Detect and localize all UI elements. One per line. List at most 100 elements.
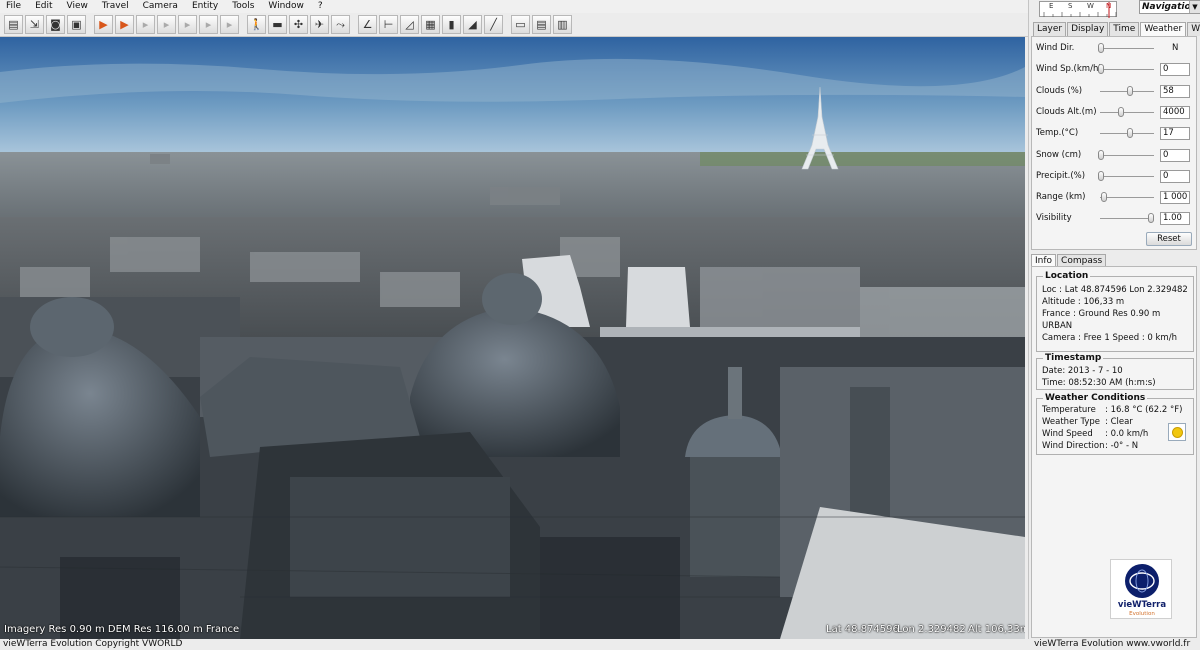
weather-row-wind-sp: Wind Sp.(km/h) 0 [1032,61,1198,77]
weather-label: Clouds Alt.(m) [1036,106,1097,117]
menu-file[interactable]: File [0,0,29,13]
slider-thumb[interactable] [1100,192,1107,203]
weather-value-field[interactable]: 1 000 [1160,191,1190,205]
slider-track[interactable] [1100,48,1154,49]
menu-tools[interactable]: Tools [226,0,262,13]
tab-weather[interactable]: Weather [1140,22,1187,36]
navigation-mode-dropdown[interactable]: Navigation ▼ [1139,0,1200,14]
layout-1-icon[interactable]: ▭ [511,15,530,34]
slider-thumb[interactable] [1148,213,1154,224]
weather-value-field[interactable]: 58 [1160,84,1190,98]
sun-icon [1168,423,1186,441]
weather-row-temp: Temp.(°C) 17 [1032,125,1198,141]
layout-3-icon[interactable]: ▥ [553,15,572,34]
wind-direction-value: : -0° - N [1105,441,1139,451]
weather-label: Temp.(°C) [1036,128,1079,139]
slope-icon[interactable]: ◢ [463,15,482,34]
menu-window[interactable]: Window [262,0,312,13]
camera-1-icon[interactable]: ▶ [94,15,113,34]
tab-layer[interactable]: Layer [1033,22,1067,36]
logo-subtitle: Evolution [1129,611,1155,617]
viewterra-logo: vieWTerra Evolution [1110,559,1172,619]
slider-thumb[interactable] [1098,43,1104,53]
menu-view[interactable]: View [61,0,96,13]
slider-track[interactable] [1100,111,1154,113]
car-icon[interactable]: ▬ [268,15,287,34]
layout-2-icon[interactable]: ▤ [532,15,551,34]
longitude-readout: Lon 2.329482 [897,624,966,635]
slider-track[interactable] [1100,197,1154,199]
location-altitude: Altitude : 106,33 m [1042,297,1125,307]
city-scene [0,37,1025,639]
helicopter-icon[interactable]: ✣ [289,15,308,34]
screenshot-icon[interactable]: ◙ [46,15,65,34]
timestamp-time: Time: 08:52:30 AM (h:m:s) [1042,378,1156,388]
slider-thumb[interactable] [1098,149,1104,160]
logo-name: vieWTerra [1117,600,1167,610]
slider-thumb[interactable] [1126,128,1133,139]
location-camera: Camera : Free 1 Speed : 0 km/h [1042,333,1177,343]
camera-2-icon[interactable]: ▶ [115,15,134,34]
menu-camera[interactable]: Camera [137,0,186,13]
menu-edit[interactable]: Edit [29,0,60,13]
open-icon[interactable]: ▤ [4,15,23,34]
tab-time[interactable]: Time [1109,22,1140,36]
location-ground-res: France : Ground Res 0.90 m [1042,309,1161,319]
photo-icon[interactable]: ▣ [67,15,86,34]
weather-value-field[interactable]: 17 [1160,127,1190,141]
height-icon[interactable]: ▮ [442,15,461,34]
compass-strip[interactable]: E S W N [1039,1,1117,18]
tab-display[interactable]: Display [1067,22,1109,36]
weather-row-clouds-alt: Clouds Alt.(m) 4000 [1032,104,1198,120]
status-bar: vieWTerra Evolution Copyright VWORLD vie… [0,639,1200,650]
menu-entity[interactable]: Entity [186,0,226,13]
weather-value-field[interactable]: 0 [1160,148,1190,162]
weather-row-precipit: Precipit.(%) 0 [1032,168,1198,184]
menu-bar: File Edit View Travel Camera Entity Tools Windo… [0,0,1030,13]
slider-thumb[interactable] [1098,64,1104,75]
profile-icon[interactable]: ◿ [400,15,419,34]
flight-path-icon[interactable]: ⤳ [331,15,350,34]
slider-track[interactable] [1100,218,1154,220]
3d-viewport[interactable]: Imagery Res 0.90 m DEM Res 116.00 m Fran… [0,37,1025,639]
weather-row-wind-dir: Wind Dir. N [1032,40,1198,56]
weather-row-range: Range (km) 1 000 [1032,189,1198,205]
menu-help[interactable]: ? [312,0,331,13]
weather-label: Snow (cm) [1036,149,1082,160]
menu-travel[interactable]: Travel [96,0,137,13]
globe-icon [1125,564,1159,598]
weather-value-field[interactable]: 0 [1160,169,1190,183]
weather-value-field[interactable]: 0 [1160,63,1190,77]
slider-thumb[interactable] [1127,85,1133,96]
weather-row-clouds: Clouds (%) 58 [1032,83,1198,99]
temperature-value: : 16.8 °C (62.2 °F) [1105,405,1183,415]
weather-value-field[interactable]: 4000 [1160,105,1190,119]
weather-label: Precipit.(%) [1036,170,1086,181]
slider-thumb[interactable] [1118,106,1124,117]
airplane-icon[interactable]: ✈ [310,15,329,34]
weather-conditions-group: Weather Conditions Temperature : 16.8 °C… [1036,393,1194,455]
slider-track[interactable] [1100,69,1154,71]
line-icon[interactable]: ╱ [484,15,503,34]
weather-value-field[interactable]: 1.00 [1160,212,1190,226]
settings-tabs: LayerDisplayTimeWeatherWater [1033,22,1200,36]
walk-icon[interactable]: 🚶 [247,15,266,34]
weather-settings-panel: Wind Dir. N Wind Sp.(km/h) 0 Clouds (%) 58 Clo… [1031,36,1197,250]
weather-label: Clouds (%) [1036,85,1083,96]
reset-button[interactable]: Reset [1146,232,1192,246]
weather-type-value: : Clear [1105,417,1133,427]
measure-distance-icon[interactable]: ⊢ [379,15,398,34]
slider-track[interactable] [1100,154,1154,156]
tab-water[interactable]: Water [1187,22,1200,36]
timestamp-group: Timestamp Date: 2013 - 7 - 10 Time: 08:5… [1036,353,1194,390]
wind-speed-label: Wind Speed [1042,429,1093,439]
chevron-down-icon: ▼ [1189,1,1200,13]
slider-thumb[interactable] [1098,170,1104,181]
application-window: File Edit View Travel Camera Entity Tools Windo… [0,0,1200,650]
compass-ticks [1043,2,1117,18]
import-icon[interactable]: ⇲ [25,15,44,34]
slider-track[interactable] [1100,175,1154,177]
latitude-readout: Lat 48.874596 [826,624,899,635]
measure-angle-icon[interactable]: ∠ [358,15,377,34]
measure-area-icon[interactable]: ▦ [421,15,440,34]
